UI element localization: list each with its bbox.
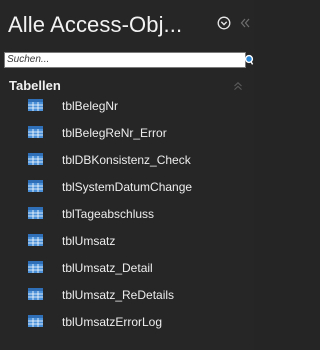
search-icon[interactable] [244, 54, 254, 66]
list-item-label: tblTageabschluss [62, 207, 155, 221]
table-icon [28, 126, 43, 138]
list-item-label: tblDBKonsistenz_Check [62, 153, 191, 167]
group-label: Tabellen [9, 78, 61, 93]
list-item-label: tblUmsatz_Detail [62, 261, 153, 275]
list-item[interactable]: tblBelegReNr_Error [0, 122, 254, 144]
navigation-pane: Alle Access-Obj... Tabellen [0, 0, 254, 350]
list-item[interactable]: tblDBKonsistenz_Check [0, 149, 254, 171]
table-icon [28, 288, 43, 300]
search-box[interactable] [4, 52, 246, 68]
list-item[interactable]: tblUmsatz [0, 230, 254, 252]
navigation-pane-header[interactable]: Alle Access-Obj... [0, 0, 254, 46]
table-icon [28, 315, 43, 327]
table-icon [28, 99, 43, 111]
table-icon [28, 207, 43, 219]
table-icon [28, 153, 43, 165]
group-header-tabellen[interactable]: Tabellen [0, 76, 254, 96]
list-item-label: tblUmsatz_ReDetails [62, 288, 175, 302]
table-icon [28, 180, 43, 192]
pane-title[interactable]: Alle Access-Obj... [8, 12, 182, 38]
list-item-label: tblUmsatz [62, 234, 116, 248]
list-item[interactable]: tblBelegNr [0, 95, 254, 117]
double-chevron-up-icon[interactable] [233, 81, 243, 91]
list-item[interactable]: tblUmsatzErrorLog [0, 311, 254, 333]
table-icon [28, 234, 43, 246]
list-item-label: tblBelegReNr_Error [62, 126, 167, 140]
list-item[interactable]: tblSystemDatumChange [0, 176, 254, 198]
search-input[interactable] [7, 53, 235, 67]
list-item[interactable]: tblUmsatz_ReDetails [0, 284, 254, 306]
list-item[interactable]: tblTageabschluss [0, 203, 254, 225]
list-item-label: tblUmsatzErrorLog [62, 315, 163, 329]
list-item-label: tblBelegNr [62, 99, 119, 113]
double-chevron-left-icon[interactable] [239, 16, 251, 30]
list-item-label: tblSystemDatumChange [62, 180, 193, 194]
chevron-down-circle-icon[interactable] [217, 16, 231, 30]
list-item[interactable]: tblUmsatz_Detail [0, 257, 254, 279]
table-icon [28, 261, 43, 273]
